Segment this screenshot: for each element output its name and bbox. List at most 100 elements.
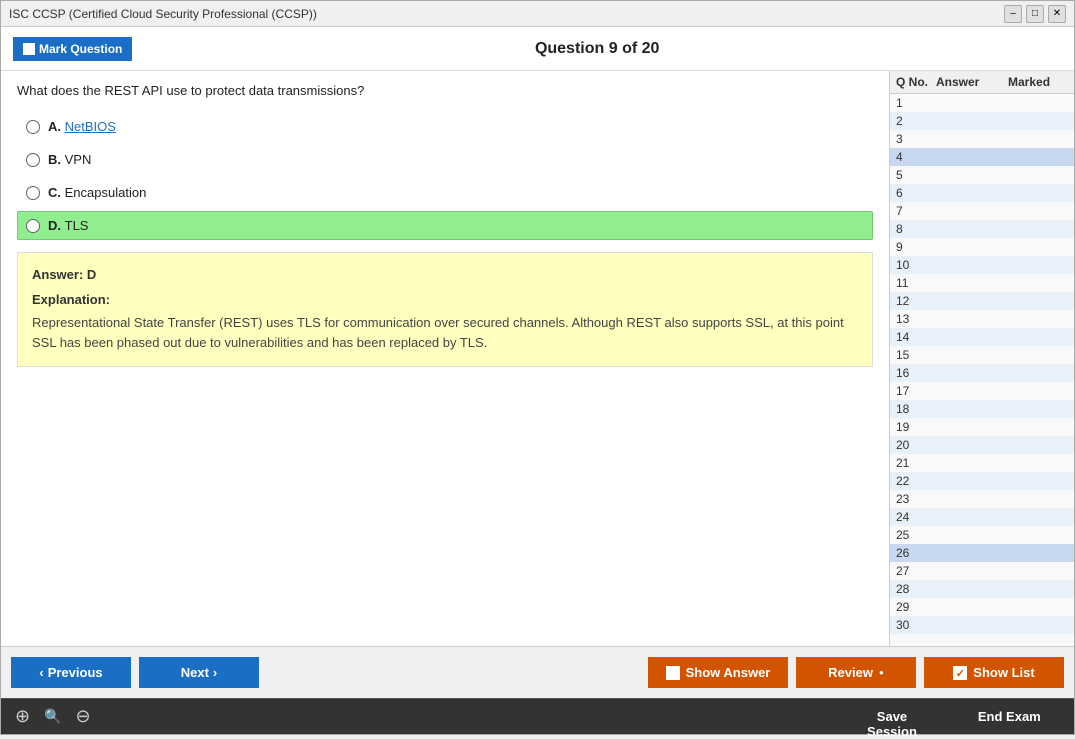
- sidebar-row[interactable]: 11: [890, 274, 1074, 292]
- sidebar-row[interactable]: 19: [890, 418, 1074, 436]
- row-num: 21: [896, 456, 936, 470]
- row-num: 16: [896, 366, 936, 380]
- sidebar-row[interactable]: 8: [890, 220, 1074, 238]
- answer-box: Answer: D Explanation: Representational …: [17, 252, 873, 367]
- sidebar-row[interactable]: 16: [890, 364, 1074, 382]
- previous-button[interactable]: ‹ Previous: [11, 657, 131, 688]
- sidebar-row[interactable]: 7: [890, 202, 1074, 220]
- close-button[interactable]: ✕: [1048, 5, 1066, 23]
- sidebar-row[interactable]: 20: [890, 436, 1074, 454]
- sidebar-row[interactable]: 13: [890, 310, 1074, 328]
- save-session-button[interactable]: Save Session: [835, 703, 948, 730]
- sidebar-row[interactable]: 9: [890, 238, 1074, 256]
- sidebar-row[interactable]: 22: [890, 472, 1074, 490]
- maximize-button[interactable]: □: [1026, 5, 1044, 23]
- row-num: 29: [896, 600, 936, 614]
- row-num: 18: [896, 402, 936, 416]
- row-num: 30: [896, 618, 936, 632]
- row-num: 10: [896, 258, 936, 272]
- sidebar-row[interactable]: 30: [890, 616, 1074, 634]
- row-num: 15: [896, 348, 936, 362]
- col-qno: Q No.: [896, 75, 936, 89]
- row-num: 14: [896, 330, 936, 344]
- zoom-out-button[interactable]: ⊖: [72, 706, 95, 727]
- row-num: 2: [896, 114, 936, 128]
- next-label: Next: [181, 665, 209, 680]
- toolbar: Mark Question Question 9 of 20: [1, 27, 1074, 71]
- option-b[interactable]: B. VPN: [17, 145, 873, 174]
- previous-label: Previous: [48, 665, 103, 680]
- sidebar-row[interactable]: 23: [890, 490, 1074, 508]
- title-bar: ISC CCSP (Certified Cloud Security Profe…: [1, 1, 1074, 27]
- sidebar-row[interactable]: 12: [890, 292, 1074, 310]
- sidebar-row[interactable]: 14: [890, 328, 1074, 346]
- sidebar-row[interactable]: 24: [890, 508, 1074, 526]
- window-title: ISC CCSP (Certified Cloud Security Profe…: [9, 7, 317, 21]
- sidebar-row[interactable]: 1: [890, 94, 1074, 112]
- sidebar-row[interactable]: 25: [890, 526, 1074, 544]
- show-list-button[interactable]: Show List: [924, 657, 1064, 688]
- show-answer-button[interactable]: Show Answer: [648, 657, 788, 688]
- row-num: 1: [896, 96, 936, 110]
- option-a[interactable]: A. NetBIOS: [17, 112, 873, 141]
- mark-question-button[interactable]: Mark Question: [13, 37, 132, 61]
- save-end-area: Save Session End Exam: [827, 699, 1074, 734]
- zoom-area: ⊕ 🔍 ⊖: [1, 699, 105, 734]
- row-num: 13: [896, 312, 936, 326]
- sidebar-row[interactable]: 10: [890, 256, 1074, 274]
- sidebar-row[interactable]: 15: [890, 346, 1074, 364]
- row-num: 27: [896, 564, 936, 578]
- radio-b[interactable]: [26, 153, 40, 167]
- sidebar-rows: 1234567891011121314151617181920212223242…: [890, 94, 1074, 634]
- sidebar-row[interactable]: 2: [890, 112, 1074, 130]
- row-num: 3: [896, 132, 936, 146]
- sidebar-row[interactable]: 28: [890, 580, 1074, 598]
- explanation-label: Explanation:: [32, 292, 858, 307]
- title-text: ISC CCSP (Certified Cloud Security Profe…: [9, 7, 317, 21]
- end-exam-button[interactable]: End Exam: [953, 703, 1066, 730]
- review-button[interactable]: Review ●: [796, 657, 916, 688]
- sidebar-row[interactable]: 5: [890, 166, 1074, 184]
- sidebar-row[interactable]: 18: [890, 400, 1074, 418]
- row-num: 24: [896, 510, 936, 524]
- sidebar-row[interactable]: 3: [890, 130, 1074, 148]
- row-num: 23: [896, 492, 936, 506]
- row-num: 26: [896, 546, 936, 560]
- radio-a[interactable]: [26, 120, 40, 134]
- radio-d[interactable]: [26, 219, 40, 233]
- options-list: A. NetBIOS B. VPN C. Encapsulation: [17, 112, 873, 240]
- option-d[interactable]: D. TLS: [17, 211, 873, 240]
- question-text: What does the REST API use to protect da…: [17, 83, 873, 98]
- bottom-action-row: ⊕ 🔍 ⊖ Save Session End Exam: [1, 698, 1074, 734]
- next-chevron: ›: [213, 665, 217, 680]
- window-controls: – □ ✕: [1004, 5, 1066, 23]
- minimize-button[interactable]: –: [1004, 5, 1022, 23]
- sidebar-row[interactable]: 17: [890, 382, 1074, 400]
- main-area: What does the REST API use to protect da…: [1, 71, 1074, 646]
- bottom-buttons: ‹ Previous Next › Show Answer Review ● S…: [1, 646, 1074, 698]
- zoom-normal-button[interactable]: 🔍: [40, 708, 65, 725]
- sidebar-row[interactable]: 26: [890, 544, 1074, 562]
- row-num: 11: [896, 276, 936, 290]
- sidebar-row[interactable]: 6: [890, 184, 1074, 202]
- mark-icon: [23, 43, 35, 55]
- sidebar-row[interactable]: 27: [890, 562, 1074, 580]
- next-button[interactable]: Next ›: [139, 657, 259, 688]
- option-b-label: B. VPN: [48, 152, 91, 167]
- explanation-text: Representational State Transfer (REST) u…: [32, 313, 858, 352]
- row-num: 8: [896, 222, 936, 236]
- question-title: Question 9 of 20: [132, 40, 1062, 58]
- row-num: 22: [896, 474, 936, 488]
- show-answer-label: Show Answer: [686, 665, 771, 680]
- option-c[interactable]: C. Encapsulation: [17, 178, 873, 207]
- sidebar-row[interactable]: 4: [890, 148, 1074, 166]
- row-num: 4: [896, 150, 936, 164]
- option-a-label: A. NetBIOS: [48, 119, 116, 134]
- sidebar-header: Q No. Answer Marked: [890, 71, 1074, 94]
- zoom-in-button[interactable]: ⊕: [11, 706, 34, 727]
- radio-c[interactable]: [26, 186, 40, 200]
- sidebar-row[interactable]: 29: [890, 598, 1074, 616]
- prev-chevron: ‹: [39, 665, 43, 680]
- sidebar-row[interactable]: 21: [890, 454, 1074, 472]
- row-num: 25: [896, 528, 936, 542]
